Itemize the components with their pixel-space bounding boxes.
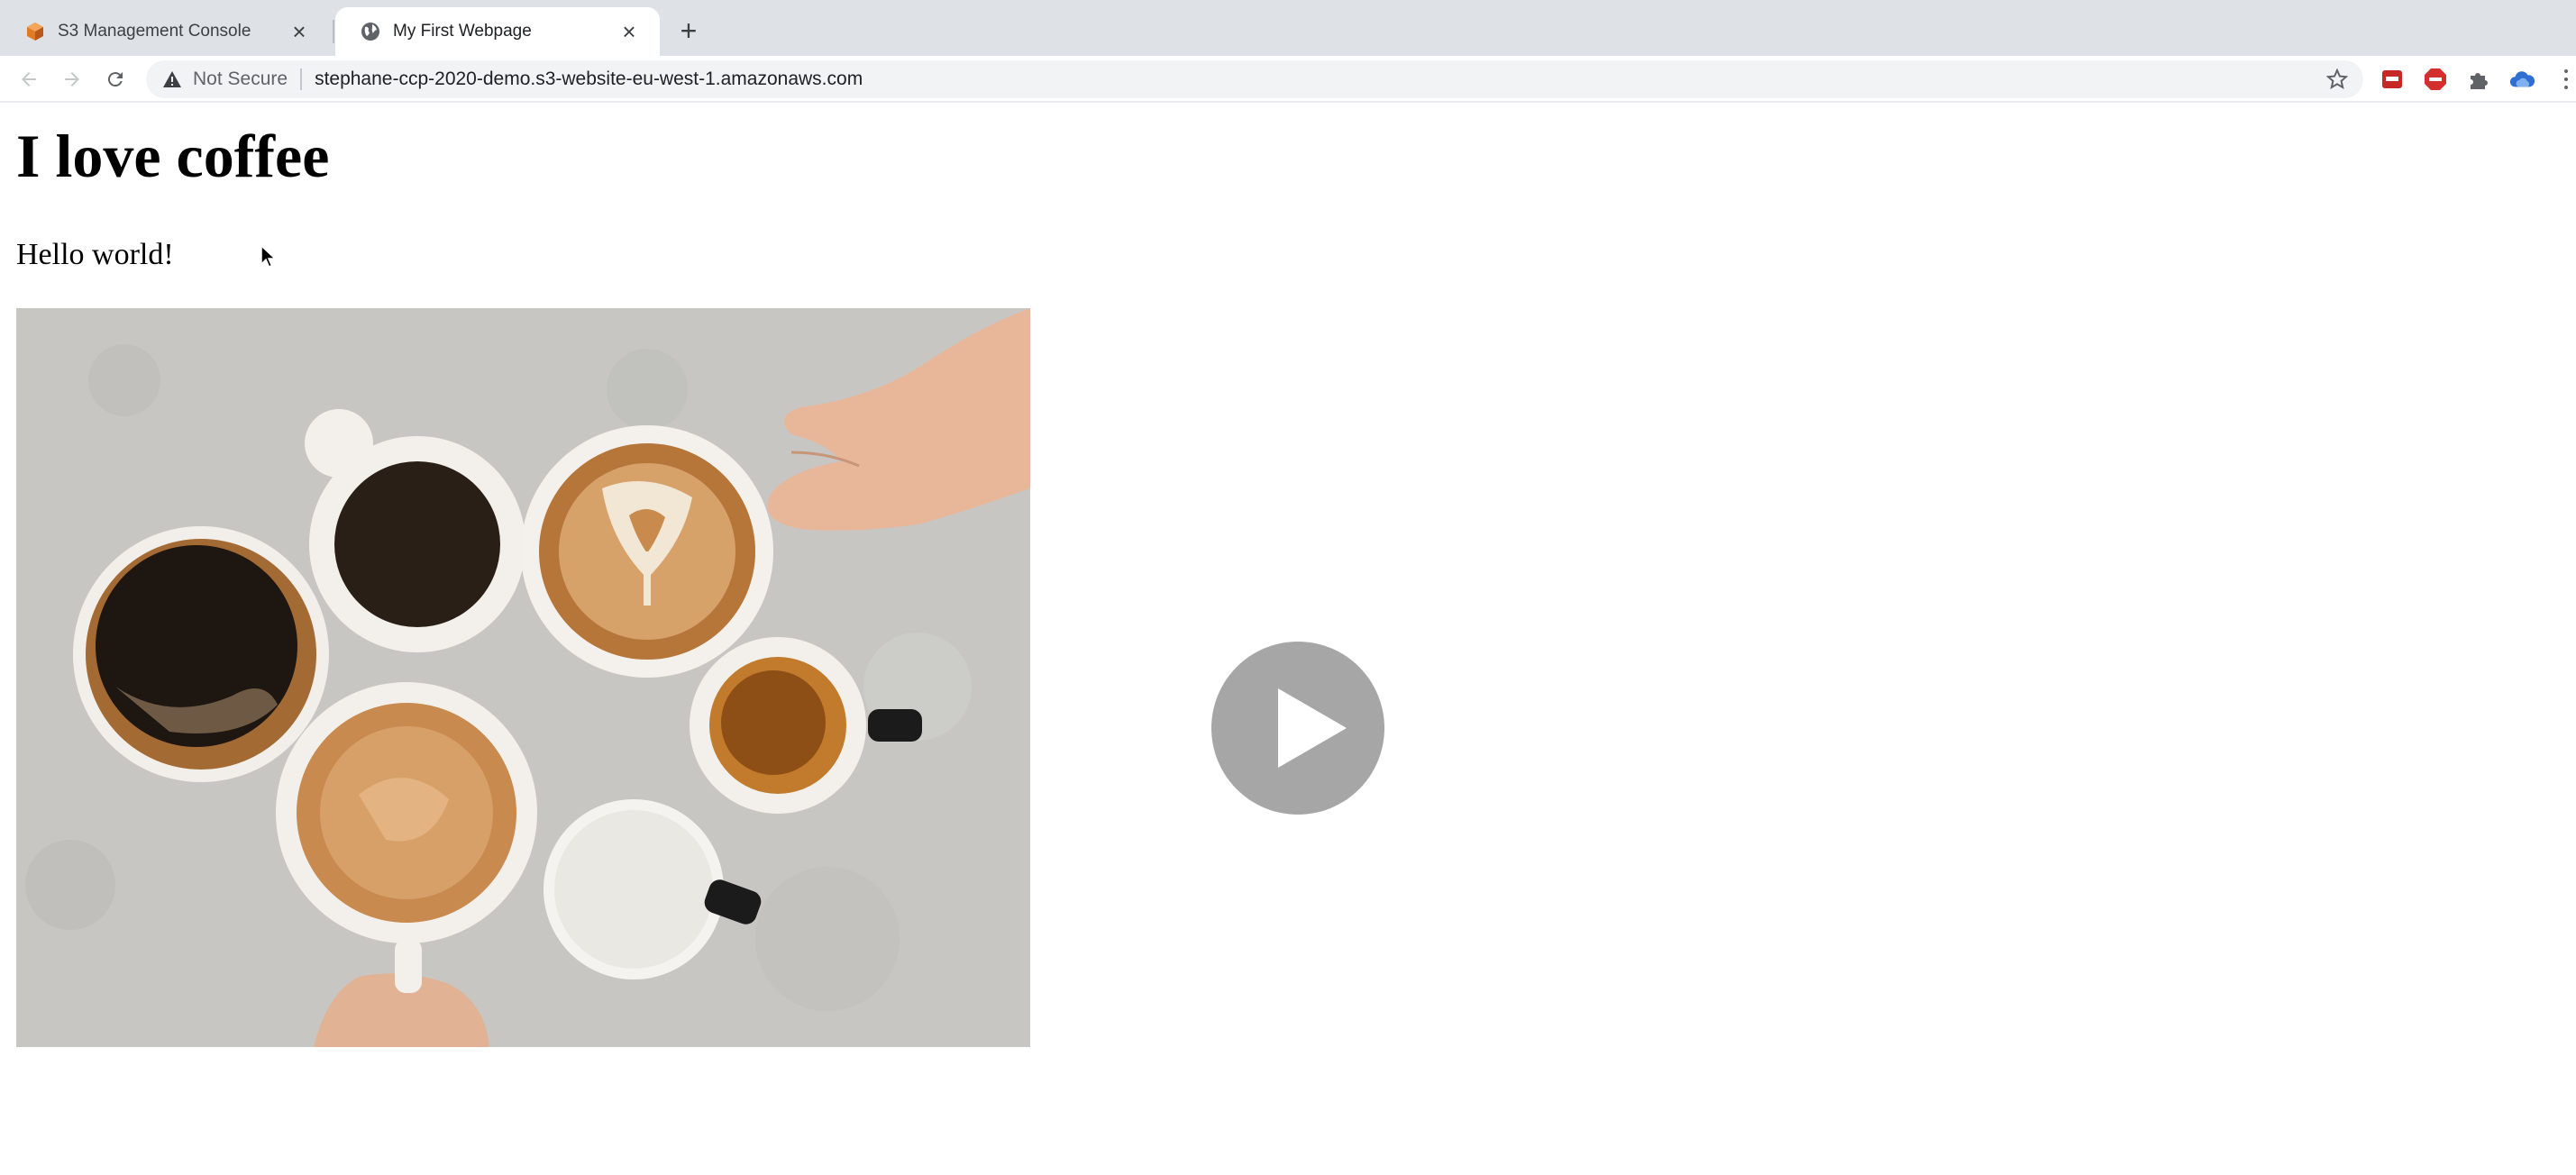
- url-text[interactable]: stephane-ccp-2020-demo.s3-website-eu-wes…: [315, 68, 863, 90]
- tab-my-first-webpage[interactable]: My First Webpage ×: [335, 7, 660, 56]
- page-heading: I love coffee: [16, 122, 330, 190]
- new-tab-button[interactable]: +: [674, 14, 703, 47]
- puzzle-extensions-icon[interactable]: [2466, 67, 2491, 92]
- warning-triangle-icon[interactable]: [160, 68, 184, 91]
- tab-close-icon[interactable]: ×: [287, 18, 312, 45]
- mouse-cursor-icon: [260, 244, 277, 269]
- tab-title: S3 Management Console: [58, 22, 251, 41]
- address-divider: [300, 68, 303, 90]
- aws-s3-icon: [25, 22, 45, 41]
- page-paragraph: Hello world!: [16, 238, 174, 271]
- reload-icon[interactable]: [99, 63, 132, 96]
- play-icon: [1278, 688, 1347, 768]
- tab-separator: [333, 20, 334, 43]
- forward-arrow-icon[interactable]: [56, 63, 88, 96]
- webpage-content: I love coffee Hello world!: [0, 105, 2576, 1175]
- coffee-cups-photo: [16, 308, 1030, 1047]
- bookmark-star-icon[interactable]: [2324, 66, 2351, 93]
- browser-toolbar: Not Secure stephane-ccp-2020-demo.s3-web…: [0, 56, 2576, 103]
- browser-menu-icon[interactable]: [2560, 67, 2572, 92]
- back-arrow-icon[interactable]: [13, 63, 45, 96]
- security-label[interactable]: Not Secure: [193, 68, 288, 90]
- address-bar[interactable]: Not Secure stephane-ccp-2020-demo.s3-web…: [146, 60, 2363, 98]
- adblock-icon[interactable]: [2423, 67, 2448, 92]
- cloud-extension-icon[interactable]: [2509, 67, 2535, 92]
- tab-title: My First Webpage: [393, 22, 532, 41]
- globe-icon: [361, 22, 380, 41]
- red-extension-icon[interactable]: [2380, 67, 2405, 92]
- browser-tab-strip: S3 Management Console × My First Webpage…: [0, 0, 2576, 56]
- tab-s3-management-console[interactable]: S3 Management Console ×: [0, 7, 330, 56]
- play-button[interactable]: [1211, 642, 1384, 815]
- tab-close-icon[interactable]: ×: [617, 18, 642, 45]
